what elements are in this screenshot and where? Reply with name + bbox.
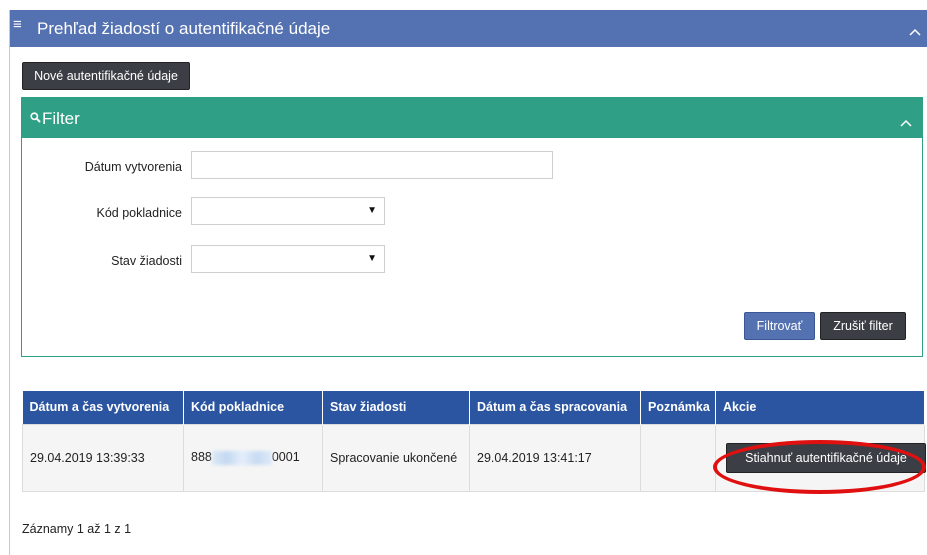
cell-register: 888 0001 [183, 423, 323, 492]
cell-note [640, 423, 716, 492]
page-frame-border [9, 10, 10, 555]
table-header-row: Dátum a čas vytvorenia Kód pokladnice St… [22, 391, 925, 424]
filter-apply-button[interactable]: Filtrovať [744, 312, 815, 340]
download-credentials-button[interactable]: Stiahnuť autentifikačné údaje [726, 442, 926, 473]
register-code-suffix: 0001 [271, 450, 300, 465]
cell-processed: 29.04.2019 13:41:17 [469, 423, 641, 492]
filter-panel: Filter Dátum vytvorenia Kód pokladnice ▼… [21, 97, 923, 357]
cell-created: 29.04.2019 13:39:33 [22, 423, 184, 492]
register-code-select[interactable]: ▼ [191, 197, 385, 225]
chevron-up-icon[interactable] [900, 114, 912, 132]
page-header: ≡ Prehľad žiadostí o autentifikačné údaj… [10, 10, 927, 47]
search-icon [30, 110, 41, 128]
column-header-actions: Akcie [715, 391, 925, 424]
filter-clear-button[interactable]: Zrušiť filter [820, 312, 906, 340]
register-code-label: Kód pokladnice [96, 206, 182, 220]
results-table: Dátum a čas vytvorenia Kód pokladnice St… [22, 391, 926, 492]
page-title: Prehľad žiadostí o autentifikačné údaje [37, 19, 331, 38]
redacted-area [211, 450, 272, 465]
table-row: 29.04.2019 13:39:33 888 0001 Spracovanie … [22, 423, 926, 492]
column-header-register[interactable]: Kód pokladnice [183, 391, 323, 424]
menu-icon[interactable]: ≡ [13, 16, 22, 34]
dropdown-arrow-icon: ▼ [367, 205, 377, 216]
created-date-label: Dátum vytvorenia [84, 160, 182, 174]
cell-status: Spracovanie ukončené [322, 423, 470, 492]
cell-actions: Stiahnuť autentifikačné údaje [715, 423, 926, 492]
filter-header[interactable]: Filter [22, 98, 922, 138]
column-header-created[interactable]: Dátum a čas vytvorenia [22, 391, 184, 424]
request-status-select[interactable]: ▼ [191, 245, 385, 273]
created-date-input[interactable] [191, 151, 553, 179]
records-count: Záznamy 1 až 1 z 1 [22, 522, 132, 536]
new-credentials-button[interactable]: Nové autentifikačné údaje [22, 62, 190, 90]
column-header-note[interactable]: Poznámka [640, 391, 716, 424]
filter-title: Filter [42, 109, 80, 128]
register-code-prefix: 888 [191, 450, 212, 465]
request-status-label: Stav žiadosti [111, 254, 182, 268]
column-header-processed[interactable]: Dátum a čas spracovania [469, 391, 641, 424]
column-header-status[interactable]: Stav žiadosti [322, 391, 470, 424]
chevron-up-icon[interactable] [909, 23, 921, 41]
dropdown-arrow-icon: ▼ [367, 253, 377, 264]
